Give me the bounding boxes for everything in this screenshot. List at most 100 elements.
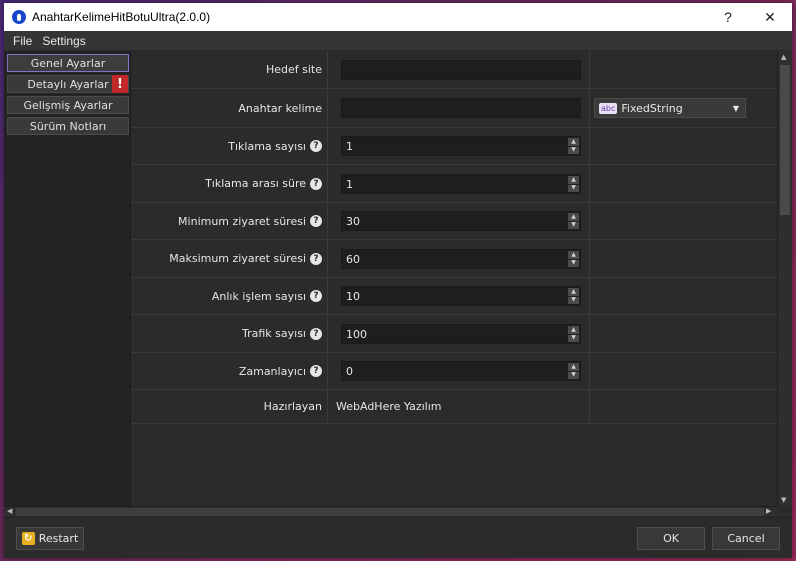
spin-up-icon[interactable]: ▲: [568, 213, 579, 221]
row-minimum-ziyaret: Minimum ziyaret süresi? 30 ▲ ▼: [131, 203, 778, 240]
warning-icon: !: [112, 75, 128, 93]
menu-settings[interactable]: Settings: [37, 34, 90, 48]
hedef-site-input[interactable]: [341, 60, 581, 80]
spin-buttons[interactable]: ▲ ▼: [568, 176, 579, 192]
zamanlayici-stepper[interactable]: 0 ▲ ▼: [341, 361, 581, 381]
sidebar-item-label: Sürüm Notları: [29, 119, 107, 133]
spin-up-icon[interactable]: ▲: [568, 251, 579, 259]
help-icon[interactable]: ?: [310, 290, 322, 302]
help-icon[interactable]: ?: [310, 177, 322, 190]
trafik-sayisi-value: 100: [346, 327, 367, 341]
maksimum-ziyaret-value: 60: [346, 252, 360, 266]
spin-up-icon[interactable]: ▲: [568, 326, 579, 334]
close-button[interactable]: ✕: [750, 3, 790, 31]
maksimum-ziyaret-stepper[interactable]: 60 ▲ ▼: [341, 249, 581, 269]
sidebar-item-detayli-ayarlar[interactable]: Detaylı Ayarlar !: [7, 75, 129, 93]
restart-icon: ↻: [21, 532, 35, 545]
spin-down-icon[interactable]: ▼: [568, 259, 579, 267]
main-window: AnahtarKelimeHitBotuUltra(2.0.0) ? ✕ Fil…: [4, 3, 792, 558]
string-type-select[interactable]: abc FixedString ▼: [594, 98, 746, 118]
spin-down-icon[interactable]: ▼: [568, 146, 579, 154]
spin-up-icon[interactable]: ▲: [568, 288, 579, 296]
vertical-scroll-thumb[interactable]: [780, 65, 790, 215]
sidebar-item-surum-notlari[interactable]: Sürüm Notları: [7, 117, 129, 135]
spin-up-icon[interactable]: ▲: [568, 363, 579, 371]
chevron-down-icon: ▼: [732, 103, 739, 113]
anahtar-kelime-input[interactable]: [341, 98, 581, 118]
spin-down-icon[interactable]: ▼: [568, 296, 579, 304]
scroll-left-icon[interactable]: ◀: [7, 507, 12, 515]
anahtar-kelime-label: Anahtar kelime: [238, 101, 322, 115]
spin-buttons[interactable]: ▲ ▼: [568, 326, 579, 342]
trafik-sayisi-stepper[interactable]: 100 ▲ ▼: [341, 324, 581, 344]
minimum-ziyaret-label: Minimum ziyaret süresi?: [178, 203, 322, 239]
button-bar: ↻ Restart OK Cancel: [4, 517, 792, 558]
sidebar-item-gelismis-ayarlar[interactable]: Gelişmiş Ayarlar: [7, 96, 129, 114]
trafik-sayisi-label: Trafik sayısı?: [242, 315, 322, 352]
tiklama-sayisi-label: Tıklama sayısı?: [228, 128, 322, 164]
cancel-button[interactable]: Cancel: [712, 527, 780, 550]
help-icon[interactable]: ?: [310, 327, 322, 340]
sidebar: Genel Ayarlar Detaylı Ayarlar ! Gelişmiş…: [4, 51, 130, 506]
row-zamanlayici: Zamanlayıcı? 0 ▲ ▼: [131, 353, 778, 390]
spin-buttons[interactable]: ▲ ▼: [568, 251, 579, 267]
scroll-right-icon[interactable]: ▶: [766, 507, 771, 515]
scroll-up-icon[interactable]: ▲: [781, 53, 786, 61]
restart-button[interactable]: ↻ Restart: [16, 527, 84, 550]
menu-bar: File Settings: [4, 31, 792, 50]
horizontal-scrollbar[interactable]: ◀ ▶: [4, 506, 777, 516]
tiklama-sayisi-stepper[interactable]: 1 ▲ ▼: [341, 136, 581, 156]
help-icon[interactable]: ?: [310, 140, 322, 152]
abc-icon: abc: [599, 102, 618, 114]
row-maksimum-ziyaret: Maksimum ziyaret süresi? 60 ▲ ▼: [131, 240, 778, 278]
app-icon: [12, 10, 26, 24]
help-icon[interactable]: ?: [310, 215, 322, 227]
hazirlayan-label: Hazırlayan: [263, 400, 322, 413]
row-hazirlayan: Hazırlayan WebAdHere Yazılım: [131, 390, 778, 424]
spin-buttons[interactable]: ▲ ▼: [568, 363, 579, 379]
scroll-down-icon[interactable]: ▼: [781, 496, 786, 504]
maksimum-ziyaret-label: Maksimum ziyaret süresi?: [169, 240, 322, 277]
row-anahtar-kelime: Anahtar kelime abc FixedString ▼: [131, 89, 778, 128]
spin-down-icon[interactable]: ▼: [568, 184, 579, 192]
spin-buttons[interactable]: ▲ ▼: [568, 213, 579, 229]
row-anlik-islem: Anlık işlem sayısı? 10 ▲ ▼: [131, 278, 778, 315]
restart-label: Restart: [38, 532, 79, 545]
help-icon[interactable]: ?: [310, 365, 322, 377]
sidebar-item-label: Detaylı Ayarlar: [27, 77, 109, 91]
row-tiklama-sayisi: Tıklama sayısı? 1 ▲ ▼: [131, 128, 778, 165]
sidebar-item-label: Genel Ayarlar: [30, 56, 106, 70]
string-type-value: FixedString: [621, 101, 683, 115]
tiklama-sayisi-value: 1: [346, 139, 353, 153]
title-bar: AnahtarKelimeHitBotuUltra(2.0.0) ? ✕: [4, 3, 792, 31]
zamanlayici-label: Zamanlayıcı?: [239, 353, 322, 389]
spin-down-icon[interactable]: ▼: [568, 371, 579, 379]
row-trafik-sayisi: Trafik sayısı? 100 ▲ ▼: [131, 315, 778, 353]
ok-button[interactable]: OK: [637, 527, 705, 550]
tiklama-arasi-sure-stepper[interactable]: 1 ▲ ▼: [341, 174, 581, 194]
tiklama-arasi-sure-value: 1: [346, 177, 353, 191]
anlik-islem-label: Anlık işlem sayısı?: [212, 278, 322, 314]
zamanlayici-value: 0: [346, 364, 353, 378]
menu-file[interactable]: File: [4, 34, 37, 48]
spin-down-icon[interactable]: ▼: [568, 221, 579, 229]
hedef-site-label: Hedef site: [265, 63, 322, 76]
minimum-ziyaret-stepper[interactable]: 30 ▲ ▼: [341, 211, 581, 231]
spin-buttons[interactable]: ▲ ▼: [568, 288, 579, 304]
vertical-scrollbar[interactable]: ▲ ▼: [777, 51, 792, 506]
help-button[interactable]: ?: [708, 3, 748, 31]
sidebar-item-label: Gelişmiş Ayarlar: [23, 98, 113, 112]
spin-up-icon[interactable]: ▲: [568, 176, 579, 184]
spin-down-icon[interactable]: ▼: [568, 334, 579, 342]
anlik-islem-stepper[interactable]: 10 ▲ ▼: [341, 286, 581, 306]
horizontal-scroll-thumb[interactable]: [16, 508, 764, 516]
settings-form: Hedef site Anahtar kelime abc FixedStrin…: [130, 51, 778, 506]
minimum-ziyaret-value: 30: [346, 214, 360, 228]
hazirlayan-value: WebAdHere Yazılım: [336, 400, 442, 413]
tiklama-arasi-sure-label: Tıklama arası süre?: [205, 165, 322, 202]
sidebar-item-genel-ayarlar[interactable]: Genel Ayarlar: [7, 54, 129, 72]
spin-up-icon[interactable]: ▲: [568, 138, 579, 146]
spin-buttons[interactable]: ▲ ▼: [568, 138, 579, 154]
row-hedef-site: Hedef site: [131, 51, 778, 89]
help-icon[interactable]: ?: [310, 252, 322, 265]
